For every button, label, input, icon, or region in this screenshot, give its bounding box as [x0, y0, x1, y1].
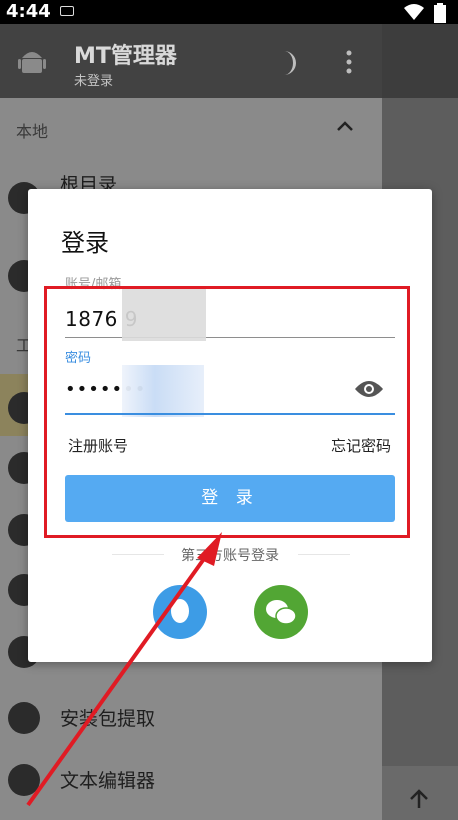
wifi-icon [404, 4, 424, 20]
annotation-box [44, 286, 410, 538]
chevron-up-icon[interactable] [336, 120, 354, 132]
drawer-header: MT管理器 未登录 [0, 24, 382, 98]
wechat-login-icon[interactable] [254, 585, 308, 639]
divider [298, 554, 350, 555]
login-status: 未登录 [74, 74, 114, 89]
layers-icon [8, 702, 40, 734]
document-icon [8, 764, 40, 796]
status-time: 4:44 [6, 1, 51, 22]
third-party-login-label: 第三方账号登录 [181, 548, 279, 564]
section-local: 本地 [16, 122, 49, 141]
qq-login-icon[interactable] [153, 585, 207, 639]
keyboard-icon [60, 6, 74, 16]
arrow-up-icon[interactable] [408, 788, 430, 810]
battery-icon [434, 3, 446, 23]
dialog-title: 登录 [61, 229, 109, 257]
more-options-icon[interactable] [344, 50, 354, 74]
android-icon [18, 52, 46, 73]
app-title: MT管理器 [74, 44, 177, 69]
moon-icon[interactable] [276, 50, 298, 76]
status-bar: 4:44 [0, 0, 458, 24]
drawer-item-apk-extract[interactable]: 安装包提取 [60, 704, 155, 731]
drawer-item-text-editor[interactable]: 文本编辑器 [60, 766, 155, 793]
